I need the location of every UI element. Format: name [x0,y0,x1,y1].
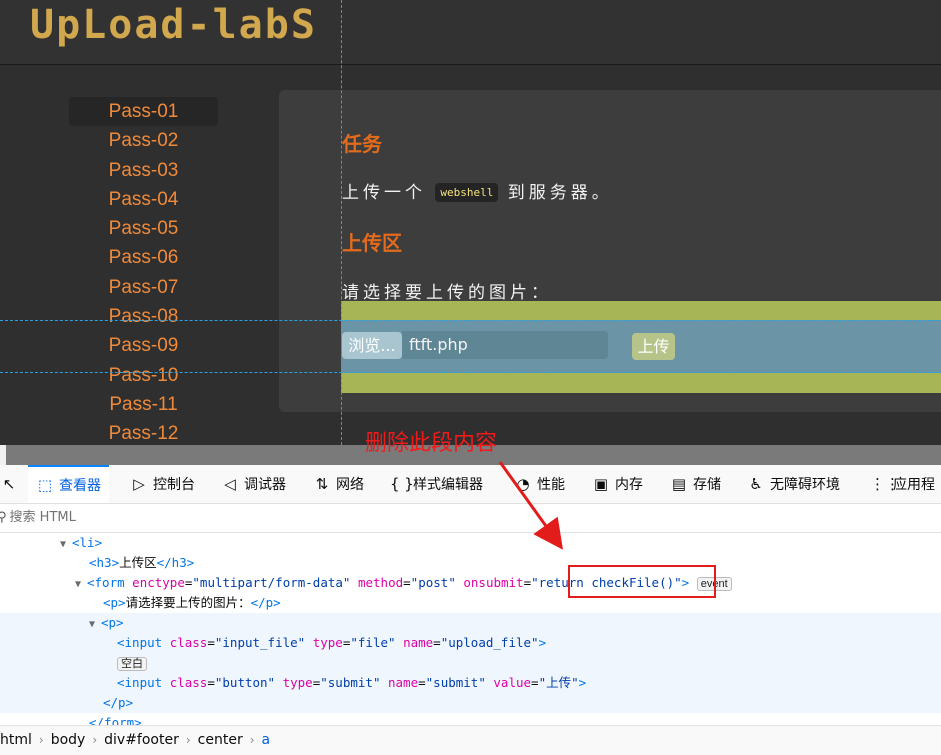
search-placeholder: 搜索 HTML [9,510,76,525]
tab-label: 性能 [537,477,565,493]
annotation-text: 删除此段内容 [365,431,498,456]
storage-icon: ▤ [671,475,687,493]
devtools-panel: ↖ ⬚ 查看器 ▷ 控制台 ◁ 调试器 ⇅ 网络 { }样式编辑器 ◔ 性能 ▣ 内存 ▤ 存… [0,465,941,755]
network-icon: ⇅ [315,475,329,493]
chevron-right-icon: › [38,733,44,747]
tab-label: 网络 [336,477,364,493]
menu-item-pass-08[interactable]: Pass-08 [69,302,218,331]
debugger-icon: ◁ [224,475,236,493]
tab-label: 控制台 [153,477,195,493]
tab-inspector[interactable]: ⬚ 查看器 [28,465,109,503]
upload-submit-button[interactable]: 上传 [632,333,675,360]
tab-label: 无障碍环境 [770,477,840,493]
tab-label: 调试器 [244,477,286,493]
tab-application[interactable]: ⋮⋮应用程 [870,465,935,503]
breadcrumb-a[interactable]: a [262,732,271,748]
menu-item-pass-04[interactable]: Pass-04 [69,185,218,214]
grid-icon: ⋮⋮ [870,475,900,493]
breadcrumb-div-footer[interactable]: div#footer [104,732,179,748]
search-icon: ⚲ [0,510,7,525]
guide-line-bottom [0,372,941,373]
tab-network[interactable]: ⇅ 网络 [313,465,364,503]
tree-node-h3[interactable]: <h3>上传区</h3> [0,553,941,573]
tab-style-editor[interactable]: { }样式编辑器 [390,465,483,503]
menu-item-pass-11[interactable]: Pass-11 [69,390,218,419]
html-search-input[interactable]: ⚲ 搜索 HTML [0,504,941,533]
task-text: 上传一个 webshell 到服务器。 [342,178,613,203]
annotation-highlight-box [568,565,716,598]
tree-node-li[interactable]: ▼ <li> [0,533,941,553]
chevron-right-icon: › [185,733,191,747]
choose-image-text: 请选择要上传的图片： [342,283,552,303]
tree-node-form[interactable]: ▼ <form enctype="multipart/form-data" met… [0,573,941,593]
tree-node-input-submit[interactable]: <input class="button" type="submit" name… [0,673,941,693]
pass-menu: Pass-01 Pass-02 Pass-03 Pass-04 Pass-05 … [69,97,218,449]
tab-label: 查看器 [59,478,101,494]
expand-triangle-icon[interactable]: ▼ [60,535,72,555]
task-prefix: 上传一个 [342,183,426,203]
tree-node-input-file[interactable]: <input class="input_file" type="file" na… [0,633,941,653]
breadcrumb: html › body › div#footer › center › a [0,725,941,755]
inspector-icon: ⬚ [37,476,53,494]
menu-item-pass-03[interactable]: Pass-03 [69,156,218,185]
guide-line-top [0,320,941,321]
menu-item-pass-10[interactable]: Pass-10 [69,361,218,390]
guide-line-vertical [341,0,342,445]
tab-accessibility[interactable]: ♿ 无障碍环境 [747,465,840,503]
tree-node-p-text[interactable]: <p>请选择要上传的图片：</p> [0,593,941,613]
breadcrumb-body[interactable]: body [51,732,86,748]
accessibility-icon: ♿ [749,475,763,493]
tree-node-p-close[interactable]: </p> [0,693,941,713]
tree-node-whitespace[interactable]: 空白 [0,653,941,673]
h3-text: 上传区 [119,555,157,570]
element-picker-icon[interactable]: ↖ [0,465,20,503]
file-name-field[interactable]: ftft.php [402,331,608,359]
tab-label: 存储 [693,477,721,493]
expand-triangle-icon[interactable]: ▼ [89,615,101,635]
p-text: 请选择要上传的图片： [125,595,251,610]
chevron-right-icon: › [249,733,255,747]
tab-memory[interactable]: ▣ 内存 [592,465,643,503]
menu-item-pass-02[interactable]: Pass-02 [69,126,218,155]
menu-item-pass-05[interactable]: Pass-05 [69,214,218,243]
picker-icon: ↖ [2,475,16,493]
breadcrumb-html[interactable]: html [0,732,32,748]
tree-node-form-close[interactable]: </form> [0,713,941,725]
site-logo: UpLoad-labS [30,2,317,48]
memory-icon: ▣ [593,475,609,493]
menu-item-pass-01[interactable]: Pass-01 [69,97,218,127]
tab-label: 应用程 [893,477,935,493]
tab-console[interactable]: ▷ 控制台 [130,465,195,503]
menu-item-pass-07[interactable]: Pass-07 [69,273,218,302]
site-header: UpLoad-labS [0,0,941,65]
webshell-code: webshell [435,183,499,202]
tab-performance[interactable]: ◔ 性能 [514,465,565,503]
breadcrumb-center[interactable]: center [198,732,243,748]
console-icon: ▷ [133,475,145,493]
expand-triangle-icon[interactable]: ▼ [75,575,87,595]
braces-icon: { } [390,475,414,493]
menu-item-pass-06[interactable]: Pass-06 [69,243,218,272]
browse-button[interactable]: 浏览... [342,332,402,359]
task-heading: 任务 [342,132,382,156]
tab-label: 样式编辑器 [413,477,483,493]
tab-storage[interactable]: ▤ 存储 [670,465,721,503]
menu-item-pass-09[interactable]: Pass-09 [69,331,218,360]
task-suffix: 到服务器。 [507,183,613,203]
tree-node-p-selected[interactable]: ▼ <p> [0,613,941,633]
tab-label: 内存 [615,477,643,493]
tab-debugger[interactable]: ◁ 调试器 [221,465,286,503]
chevron-right-icon: › [92,733,98,747]
performance-icon: ◔ [516,475,530,493]
whitespace-badge[interactable]: 空白 [117,657,147,671]
upload-heading: 上传区 [342,231,402,255]
markup-tree: ▼ <li> <h3>上传区</h3> ▼ <form enctype="multi… [0,533,941,725]
devtools-tabbar: ↖ ⬚ 查看器 ▷ 控制台 ◁ 调试器 ⇅ 网络 { }样式编辑器 ◔ 性能 ▣ 内存 ▤ 存… [0,465,941,504]
